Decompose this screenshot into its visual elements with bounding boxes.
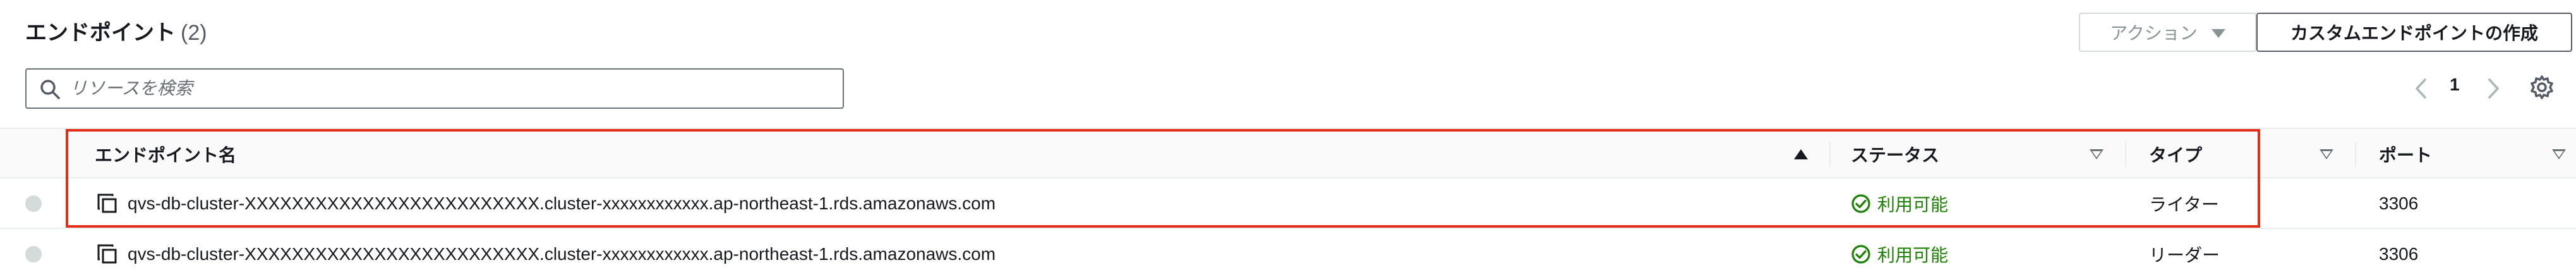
actions-label: アクション	[2110, 23, 2198, 43]
column-header-port-label: ポート	[2379, 145, 2433, 165]
status-text: 利用可能	[1877, 195, 1949, 214]
copy-icon[interactable]	[96, 192, 119, 215]
column-divider[interactable]	[2125, 142, 2126, 167]
table-row[interactable]: qvs-db-cluster-XXXXXXXXXXXXXXXXXXXXXXXXX…	[0, 229, 2576, 277]
port-cell: 3306	[2379, 194, 2419, 213]
column-divider[interactable]	[2355, 142, 2356, 167]
create-custom-endpoint-label: カスタムエンドポイントの作成	[2290, 23, 2538, 43]
table-row[interactable]: qvs-db-cluster-XXXXXXXXXXXXXXXXXXXXXXXXX…	[0, 178, 2576, 229]
chevron-right-icon[interactable]	[2484, 77, 2503, 100]
column-header-status[interactable]: ステータス	[1851, 129, 1939, 180]
sort-descending-icon[interactable]	[2552, 149, 2566, 159]
row-select-radio[interactable]	[25, 195, 42, 212]
chevron-left-icon[interactable]	[2412, 77, 2431, 100]
copy-icon[interactable]	[96, 243, 119, 266]
column-header-type[interactable]: タイプ	[2149, 129, 2202, 180]
page-title: エンドポイント (2)	[25, 15, 207, 46]
sort-descending-icon[interactable]	[2090, 149, 2104, 159]
status-ok-icon	[1851, 245, 1870, 264]
type-cell: ライター	[2149, 195, 2219, 214]
gear-icon[interactable]	[2528, 73, 2556, 101]
column-header-endpoint-name[interactable]: エンドポイント名	[95, 129, 236, 180]
status-text: 利用可能	[1877, 245, 1949, 265]
type-cell: リーダー	[2149, 245, 2220, 265]
status-ok-icon	[1851, 194, 1870, 213]
page-title-text: エンドポイント	[25, 21, 176, 45]
port-cell: 3306	[2379, 244, 2419, 264]
actions-dropdown-button[interactable]: アクション	[2079, 13, 2256, 52]
endpoint-count: (2)	[181, 21, 207, 45]
sort-ascending-icon[interactable]	[1794, 149, 1808, 159]
endpoint-name: qvs-db-cluster-XXXXXXXXXXXXXXXXXXXXXXXXX…	[128, 244, 996, 264]
column-header-port[interactable]: ポート	[2379, 129, 2432, 180]
table-header: エンドポイント名 ステータス タイプ ポート	[0, 128, 2576, 178]
search-icon	[40, 80, 60, 99]
status-cell: 利用可能	[1851, 229, 1948, 277]
search-box[interactable]	[25, 68, 844, 109]
sort-descending-icon[interactable]	[2320, 149, 2333, 159]
status-cell: 利用可能	[1851, 178, 1948, 229]
current-page-number[interactable]: 1	[2450, 75, 2460, 95]
search-input[interactable]	[69, 75, 828, 102]
endpoint-name: qvs-db-cluster-XXXXXXXXXXXXXXXXXXXXXXXXX…	[128, 194, 996, 213]
row-select-radio[interactable]	[25, 246, 42, 262]
create-custom-endpoint-button[interactable]: カスタムエンドポイントの作成	[2256, 13, 2572, 52]
caret-down-icon	[2211, 29, 2225, 38]
column-divider[interactable]	[1829, 142, 1831, 167]
column-header-endpoint-name-label: エンドポイント名	[95, 145, 237, 165]
column-header-status-label: ステータス	[1851, 145, 1940, 165]
column-header-type-label: タイプ	[2149, 145, 2203, 165]
